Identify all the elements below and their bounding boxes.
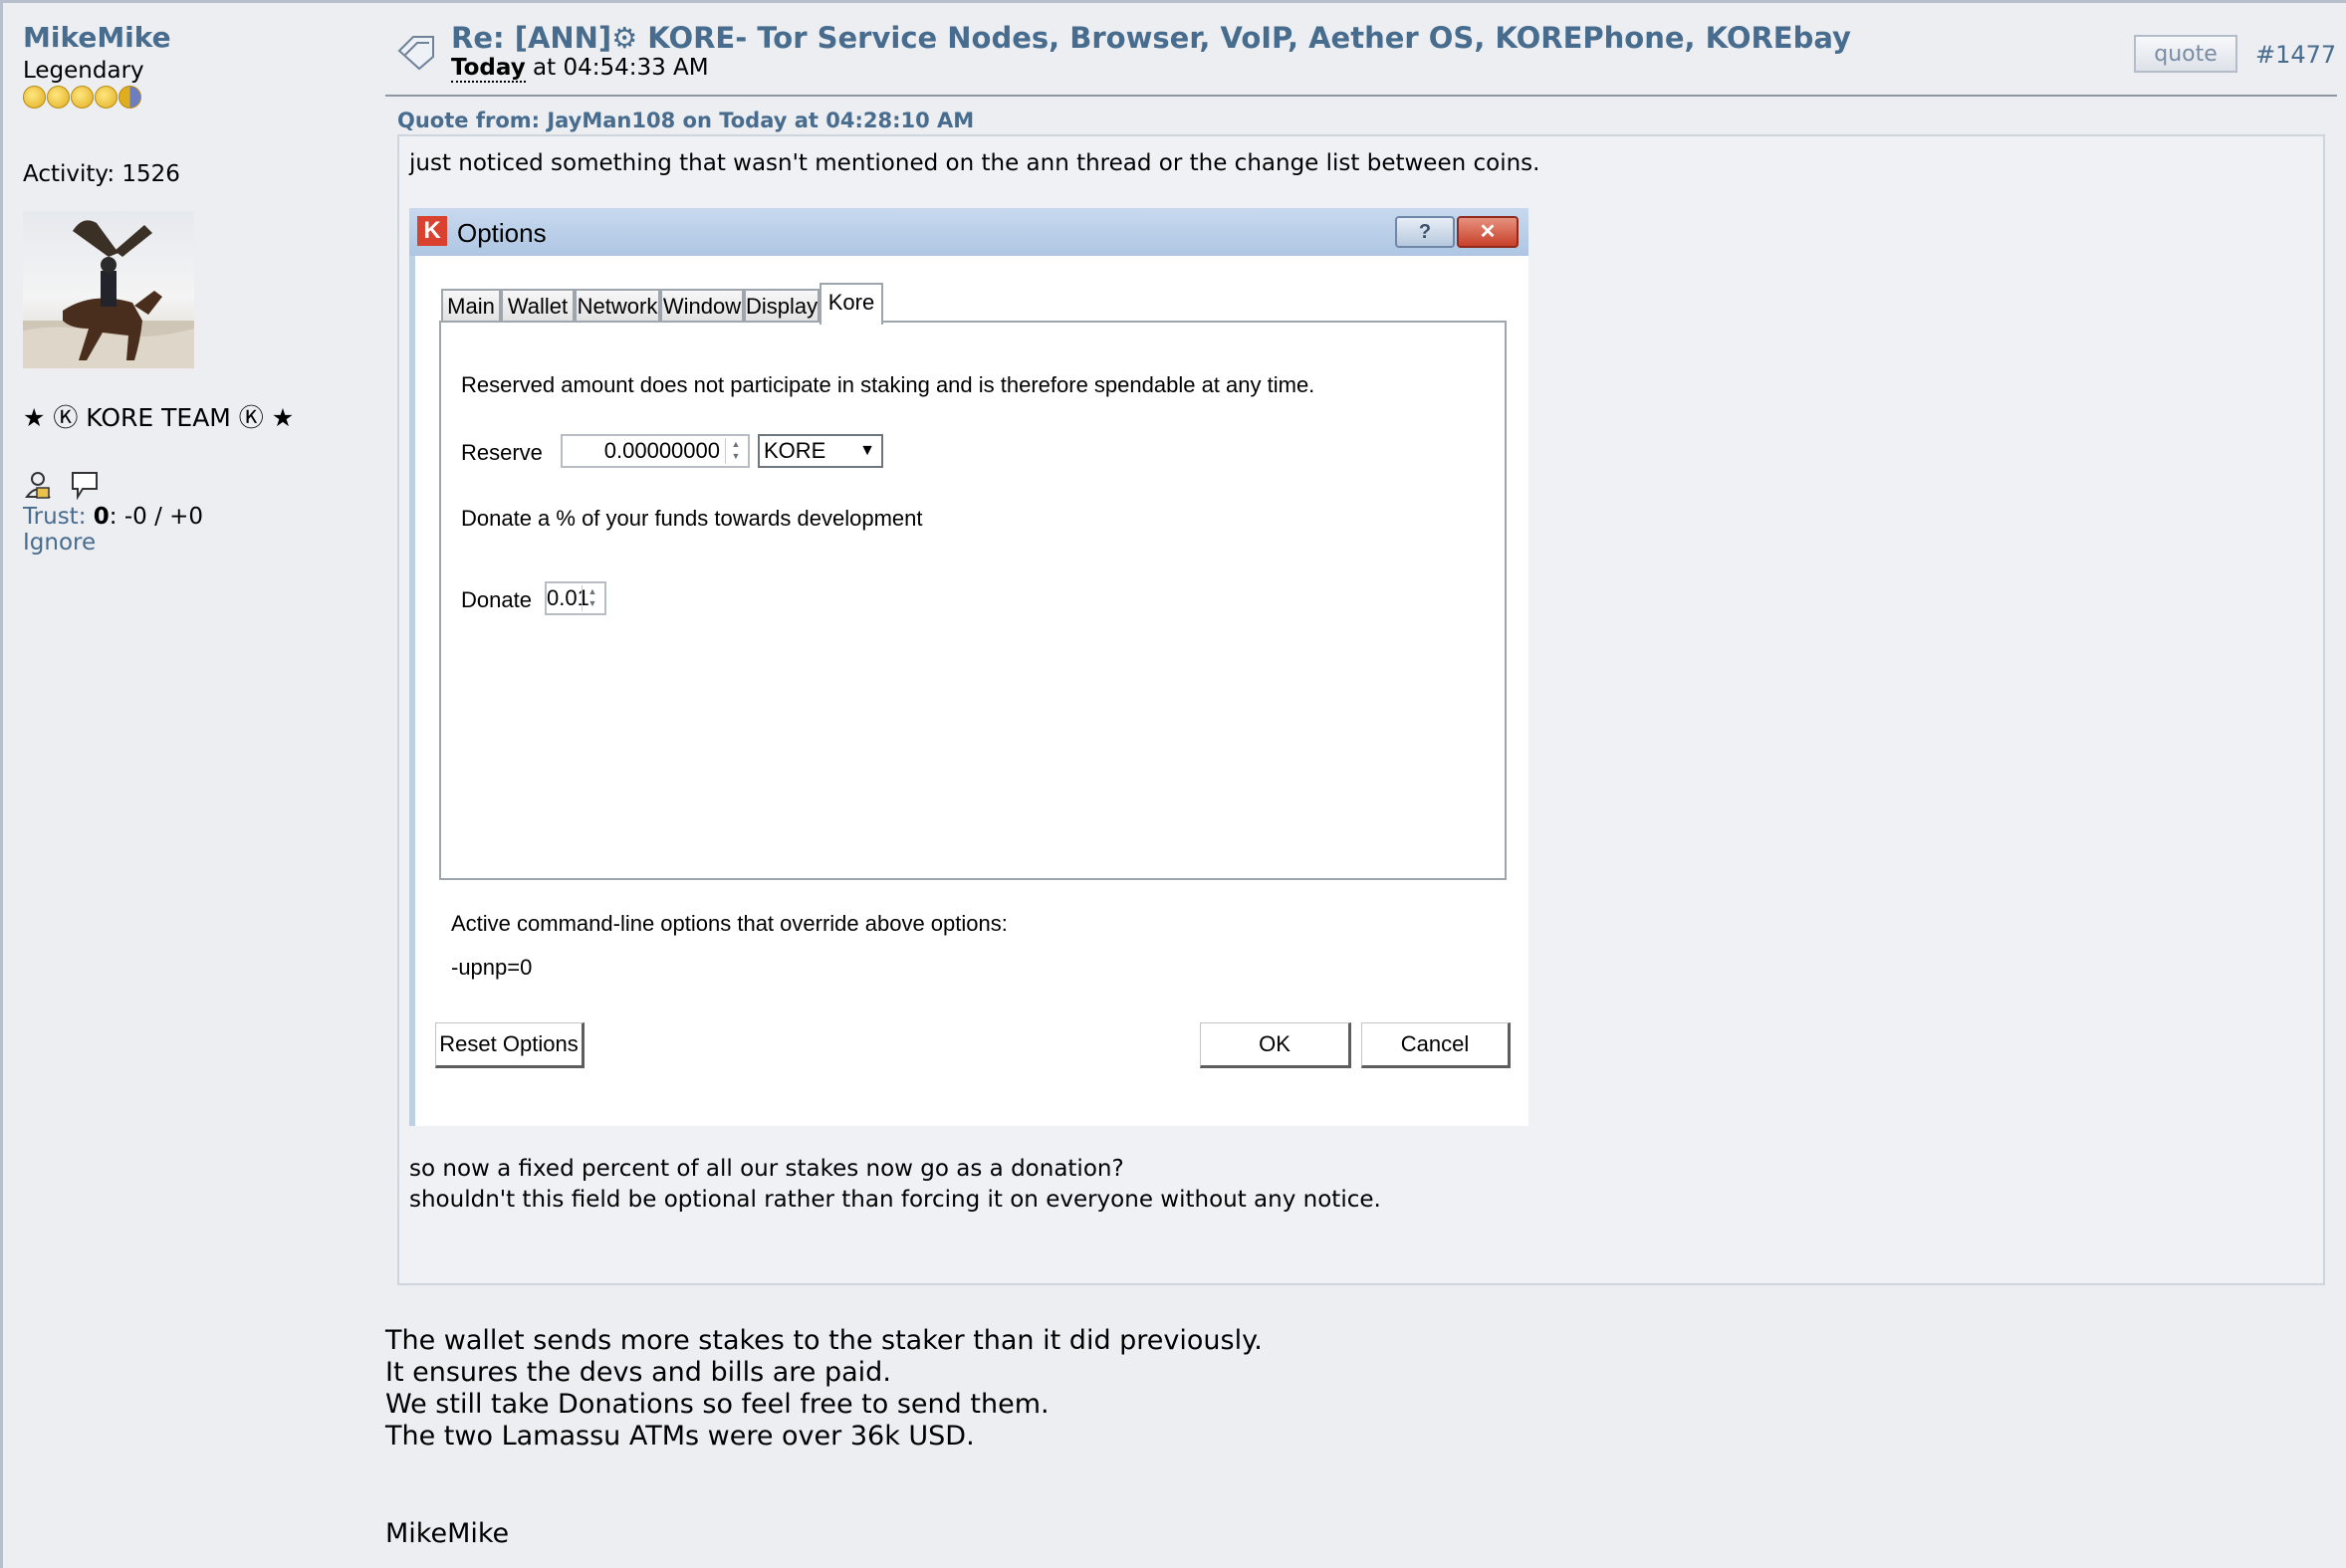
- override-value: -upnp=0: [451, 955, 533, 980]
- trust-values: : -0 / +0: [109, 504, 204, 530]
- post-time: at 04:54:33 AM: [525, 55, 709, 81]
- chevron-down-icon: ▼: [859, 442, 875, 459]
- post-number-link[interactable]: #1477: [2255, 41, 2336, 69]
- unit-value: KORE: [764, 438, 826, 463]
- post-body: The wallet sends more stakes to the stak…: [385, 1325, 1263, 1453]
- spin-arrows-icon[interactable]: ▲ ▼: [582, 585, 602, 611]
- post-body-line: We still take Donations so feel free to …: [385, 1389, 1050, 1420]
- coin-icon: [71, 86, 94, 109]
- user-icon[interactable]: [23, 470, 53, 500]
- quote-text-line: so now a fixed percent of all our stakes…: [409, 1156, 1124, 1182]
- options-dialog-image: K Options ? ✕ Main Wallet Network Window…: [409, 208, 1528, 1126]
- reserved-note: Reserved amount does not participate in …: [461, 372, 1315, 397]
- post-title-link[interactable]: Re: [ANN]⚙ KORE- Tor Service Nodes, Brow…: [451, 21, 1851, 55]
- spin-arrows-icon[interactable]: ▲ ▼: [725, 438, 746, 464]
- poster-activity: Activity: 1526: [23, 161, 180, 187]
- trust-line: Trust: 0: -0 / +0: [23, 504, 361, 530]
- poster-name-link[interactable]: MikeMike: [23, 21, 361, 54]
- post-date: Today at 04:54:33 AM: [451, 55, 709, 83]
- donate-input[interactable]: 0.01 ▲ ▼: [545, 581, 606, 615]
- quote-text-line: shouldn't this field be optional rather …: [409, 1187, 1381, 1213]
- close-button[interactable]: ✕: [1457, 216, 1519, 248]
- tab-network[interactable]: Network: [575, 289, 660, 323]
- kore-tab-panel: Reserved amount does not participate in …: [439, 321, 1507, 880]
- team-badge: ★ Ⓚ KORE TEAM Ⓚ ★: [23, 403, 295, 432]
- message-icon[interactable]: [70, 470, 100, 501]
- tab-wallet[interactable]: Wallet: [501, 289, 575, 323]
- forum-page: MikeMike Legendary Activity: 1526 ★ Ⓚ KO…: [0, 0, 2346, 1568]
- quote-button[interactable]: quote: [2134, 35, 2237, 73]
- poster-icons: [23, 470, 361, 504]
- coin-icon: [95, 86, 117, 109]
- poster-rank: Legendary: [23, 58, 144, 84]
- quote-box: just noticed something that wasn't menti…: [397, 134, 2325, 1285]
- rank-coins: [23, 86, 361, 112]
- reserve-label: Reserve: [461, 440, 543, 465]
- tab-kore[interactable]: Kore: [820, 283, 883, 325]
- poster-info: MikeMike Legendary Activity: 1526 ★ Ⓚ KO…: [23, 21, 361, 556]
- post-header: Re: [ANN]⚙ KORE- Tor Service Nodes, Brow…: [385, 3, 2337, 97]
- quote-header-link[interactable]: Quote from: JayMan108 on Today at 04:28:…: [397, 109, 974, 132]
- post: Re: [ANN]⚙ KORE- Tor Service Nodes, Brow…: [385, 3, 2337, 1549]
- topic-icon: [397, 36, 434, 71]
- kore-logo-icon: K: [417, 216, 447, 246]
- post-body-line: The wallet sends more stakes to the stak…: [385, 1325, 1263, 1356]
- post-date-today: Today: [451, 55, 526, 83]
- help-button[interactable]: ?: [1395, 216, 1455, 248]
- tab-main[interactable]: Main: [441, 289, 501, 323]
- tab-display[interactable]: Display: [744, 289, 820, 323]
- tab-window[interactable]: Window: [660, 289, 744, 323]
- coin-icon: [23, 86, 46, 109]
- avatar: [23, 211, 194, 368]
- reserve-value: 0.00000000: [603, 438, 720, 463]
- override-note: Active command-line options that overrid…: [451, 911, 1008, 936]
- ignore-link[interactable]: Ignore: [23, 530, 361, 556]
- post-body-line: It ensures the devs and bills are paid.: [385, 1357, 891, 1388]
- trust-score: 0: [93, 504, 110, 530]
- post-signature: MikeMike: [385, 1518, 510, 1549]
- quote-text-line: just noticed something that wasn't menti…: [409, 150, 1540, 176]
- quote-text-block: so now a fixed percent of all our stakes…: [409, 1154, 1381, 1216]
- reset-options-button[interactable]: Reset Options: [435, 1022, 585, 1068]
- trust-link[interactable]: Trust:: [23, 504, 86, 530]
- dialog-titlebar: K Options ? ✕: [409, 208, 1528, 256]
- unit-select[interactable]: KORE ▼: [758, 434, 883, 468]
- donate-note: Donate a % of your funds towards develop…: [461, 506, 923, 531]
- ok-button[interactable]: OK: [1200, 1022, 1351, 1068]
- donate-label: Donate: [461, 587, 532, 612]
- reserve-input[interactable]: 0.00000000 ▲ ▼: [561, 434, 750, 468]
- cancel-button[interactable]: Cancel: [1361, 1022, 1511, 1068]
- coin-icon: [47, 86, 70, 109]
- dialog-title: Options: [457, 218, 547, 248]
- post-body-line: The two Lamassu ATMs were over 36k USD.: [385, 1421, 975, 1452]
- half-coin-icon: [118, 86, 141, 109]
